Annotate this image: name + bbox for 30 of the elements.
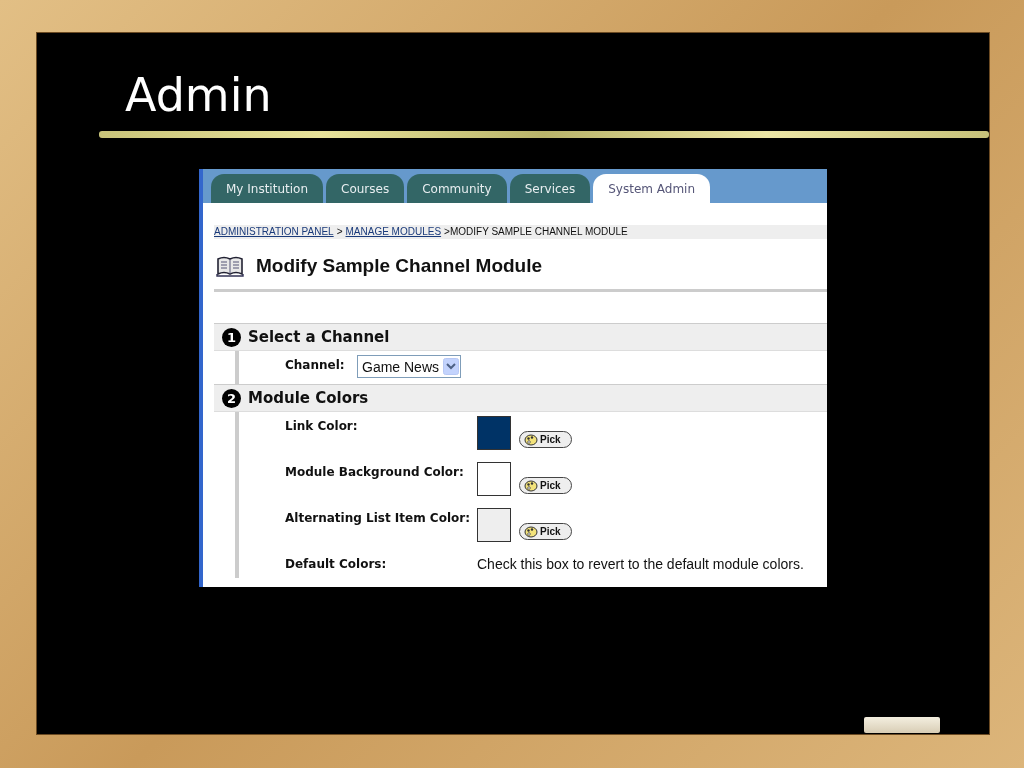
field-label: Module Background Color: [285, 464, 465, 479]
breadcrumb-separator: > [336, 225, 343, 239]
breadcrumb-link[interactable]: MANAGE MODULES [345, 225, 442, 239]
caret-icon [443, 358, 460, 375]
breadcrumb-current: >MODIFY SAMPLE CHANNEL MODULE [444, 225, 628, 239]
section-title: Module Colors [248, 389, 369, 407]
book-icon [216, 255, 244, 277]
breadcrumb-link[interactable]: ADMINISTRATION PANEL [214, 225, 334, 239]
field-description: Check this box to revert to the default module colors. [477, 555, 804, 572]
nav-tab[interactable]: Courses [326, 174, 405, 203]
step-number-badge: 1 [222, 327, 241, 347]
page-title: Modify Sample Channel Module [256, 255, 543, 277]
section-title: Select a Channel [248, 328, 390, 346]
pick-button[interactable]: Pick [519, 477, 572, 494]
nav-tab[interactable]: System Admin [593, 174, 711, 203]
field-label: Link Color: [285, 418, 359, 433]
step-number-badge: 2 [222, 388, 241, 408]
field-label: Default Colors: [285, 556, 388, 571]
pick-button[interactable]: Pick [519, 431, 572, 448]
palette-icon [524, 525, 538, 538]
nav-tab[interactable]: Community [407, 174, 507, 203]
slide-title: Admin [125, 67, 272, 123]
palette-icon [524, 433, 538, 446]
palette-icon [524, 479, 538, 492]
pick-button[interactable]: Pick [519, 523, 572, 540]
field-label: Alternating List Item Color: [285, 510, 471, 525]
field-label: Channel: [285, 357, 346, 372]
nav-tab[interactable]: Services [509, 174, 591, 203]
channel-dropdown[interactable]: Game News [357, 355, 462, 378]
nav-tab[interactable]: My Institution [211, 174, 323, 203]
